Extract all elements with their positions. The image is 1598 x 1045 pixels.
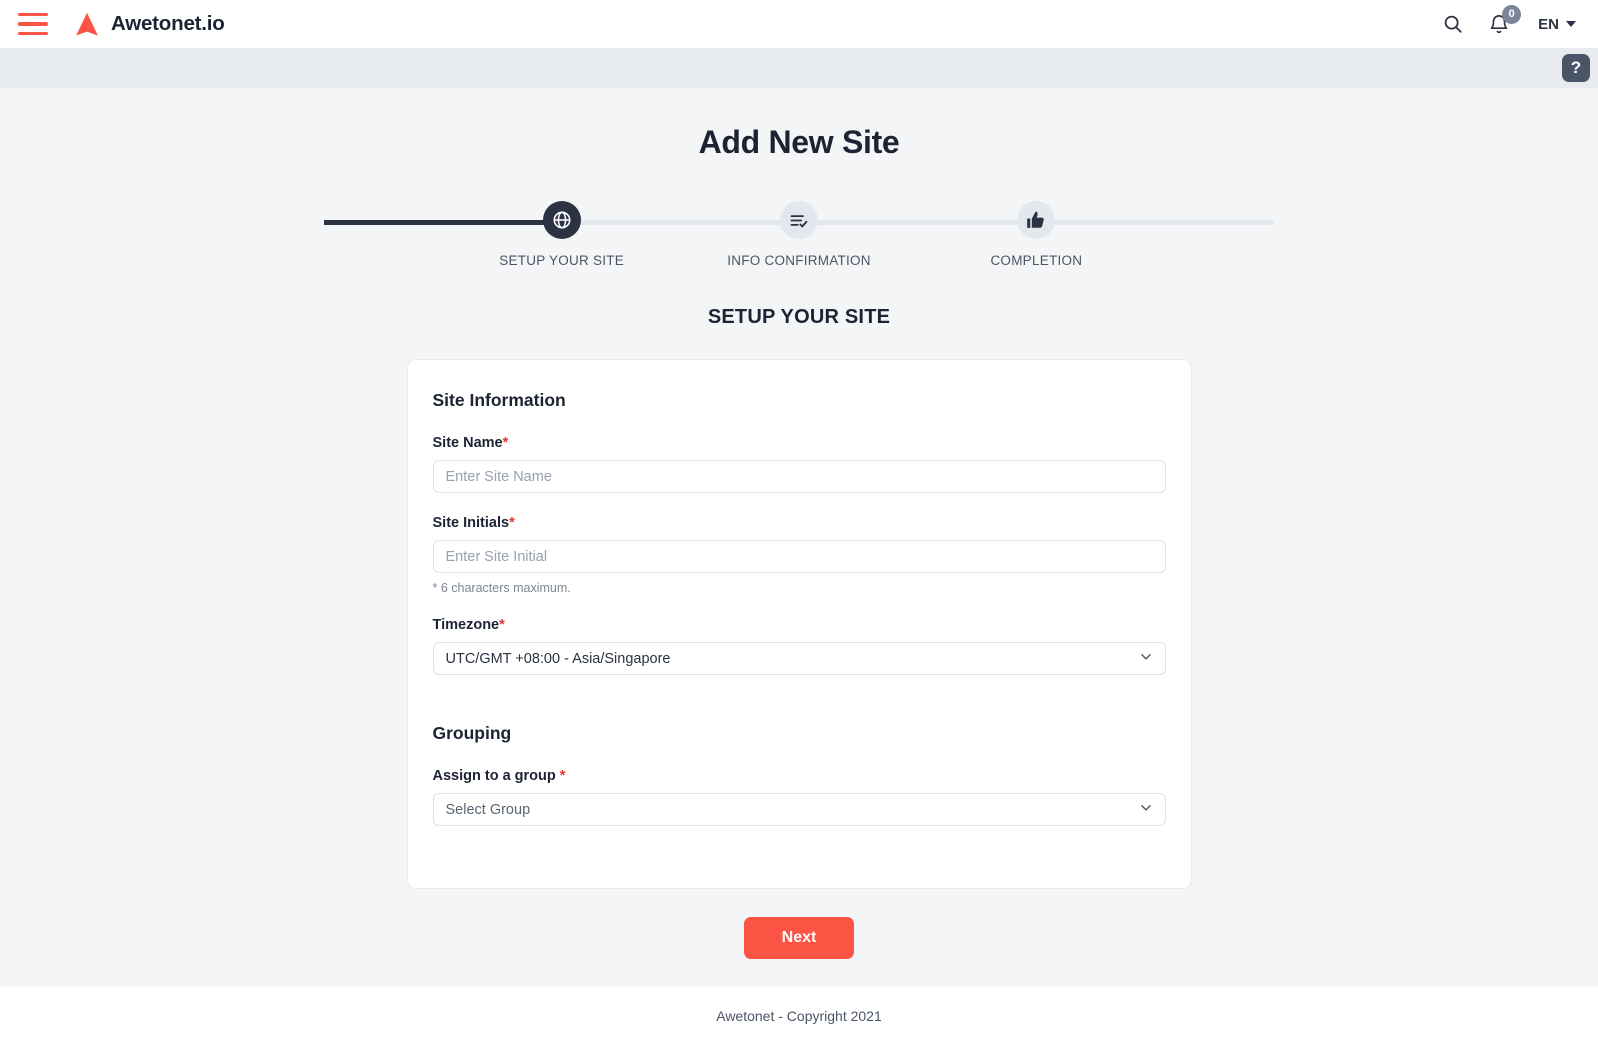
required-indicator: *	[509, 515, 515, 531]
brand-name: Awetonet.io	[111, 12, 225, 35]
language-selector[interactable]: EN	[1538, 16, 1576, 33]
awetonet-logo-arrow-icon	[76, 12, 98, 36]
site-initials-hint: * 6 characters maximum.	[432, 581, 571, 595]
field-site-name: Site Name*	[432, 435, 1166, 493]
assign-group-label: Assign to a group *	[433, 768, 1166, 784]
help-button[interactable]: ?	[1562, 54, 1590, 82]
thumbs-up-icon	[1027, 211, 1045, 228]
main-content: Add New Site SETUP YOUR SITE INFO CONFIR…	[0, 88, 1598, 987]
chevron-down-icon	[1566, 21, 1576, 27]
next-button[interactable]: Next	[743, 917, 855, 959]
step-setup-your-site[interactable]: SETUP YOUR SITE	[324, 201, 799, 268]
search-icon[interactable]	[1442, 13, 1464, 35]
globe-icon	[553, 211, 571, 229]
field-site-initials: Site Initials* * 6 characters maximum.	[432, 515, 1166, 595]
site-initials-label-text: Site Initials	[432, 515, 510, 531]
footer: Awetonet - Copyright 2021	[0, 987, 1598, 1045]
site-name-label: Site Name*	[433, 435, 1166, 451]
assign-group-label-text: Assign to a group	[432, 768, 560, 784]
timezone-select[interactable]: UTC/GMT +08:00 - Asia/Singapore	[432, 642, 1166, 675]
step-connector-line	[799, 220, 1037, 225]
card-heading-site-information: Site Information	[432, 390, 566, 410]
hamburger-bar	[18, 22, 48, 26]
step-circle	[1017, 201, 1056, 239]
step-connector-line	[561, 220, 799, 225]
step-label: COMPLETION	[990, 253, 1083, 268]
site-initials-label: Site Initials*	[433, 515, 1166, 531]
field-timezone: Timezone* UTC/GMT +08:00 - Asia/Singapor…	[432, 617, 1166, 675]
top-header: Awetonet.io 0 EN	[0, 0, 1598, 48]
site-name-label-text: Site Name	[432, 435, 503, 451]
section-title: SETUP YOUR SITE	[707, 306, 891, 328]
sub-header-bar: ?	[0, 48, 1598, 88]
notification-count-badge: 0	[1502, 4, 1522, 24]
brand-logo[interactable]: Awetonet.io	[72, 9, 225, 39]
card-heading-grouping: Grouping	[432, 723, 512, 743]
language-label: EN	[1538, 15, 1559, 33]
required-indicator: *	[499, 617, 505, 633]
hamburger-menu-icon[interactable]	[18, 13, 48, 35]
step-completion[interactable]: COMPLETION	[799, 201, 1274, 268]
notification-bell-button[interactable]: 0	[1488, 4, 1522, 36]
list-check-icon	[791, 214, 808, 227]
step-connector-line	[324, 220, 562, 225]
step-connector-line	[1036, 220, 1274, 225]
page-title: Add New Site	[698, 124, 900, 160]
required-indicator: *	[502, 435, 509, 451]
timezone-label-text: Timezone	[432, 617, 500, 633]
question-mark-icon: ?	[1570, 58, 1582, 77]
assign-group-select[interactable]: Select Group	[432, 793, 1166, 826]
site-initials-input[interactable]	[432, 540, 1166, 573]
field-assign-group: Assign to a group * Select Group	[432, 768, 1166, 826]
step-info-confirmation[interactable]: INFO CONFIRMATION	[561, 201, 1037, 268]
step-label: INFO CONFIRMATION	[727, 253, 871, 268]
next-button-row: Next	[407, 917, 1192, 959]
hamburger-bar	[18, 31, 48, 35]
step-circle	[779, 201, 818, 239]
progress-stepper: SETUP YOUR SITE INFO CONFIRMATION COMPLE…	[324, 201, 1274, 268]
timezone-select-wrap: UTC/GMT +08:00 - Asia/Singapore	[432, 642, 1166, 675]
timezone-label: Timezone*	[433, 617, 1166, 633]
site-name-input[interactable]	[432, 460, 1166, 493]
header-actions: 0 EN	[1442, 4, 1576, 36]
app-page: Awetonet.io 0 EN ? Add New Site SETUP YO…	[0, 0, 1598, 1045]
site-information-card: Site Information Site Name* Site Initial…	[406, 359, 1192, 889]
step-circle	[542, 201, 581, 239]
required-indicator: *	[559, 768, 566, 784]
assign-group-select-wrap: Select Group	[432, 793, 1166, 826]
footer-copyright: Awetonet - Copyright 2021	[716, 1008, 882, 1024]
hamburger-bar	[18, 13, 48, 17]
step-label: SETUP YOUR SITE	[499, 253, 625, 268]
